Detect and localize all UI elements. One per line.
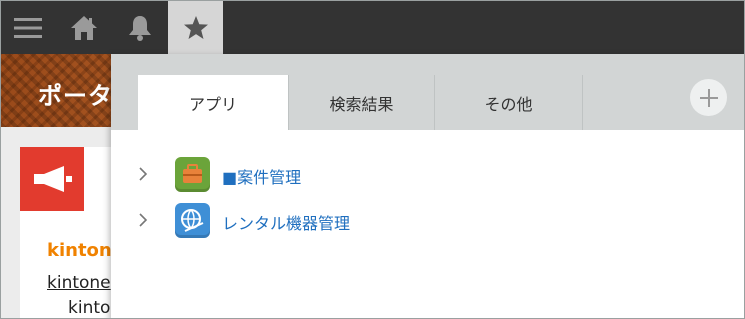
tab-other[interactable]: その他 (435, 75, 583, 130)
add-favorite-button[interactable] (690, 79, 727, 116)
announcement-text: kinto (68, 298, 111, 318)
home-icon (71, 15, 97, 40)
menu-icon (14, 17, 42, 38)
chevron-right-icon[interactable] (135, 210, 151, 230)
bell-icon (129, 15, 151, 41)
plus-icon (699, 88, 718, 107)
home-button[interactable] (57, 1, 111, 54)
megaphone-icon (20, 147, 84, 211)
app-window: ポータ kinton kintone kinto アプリ 検索結果 その他 ■案… (0, 0, 745, 319)
top-navigation-bar (1, 1, 744, 54)
list-item[interactable]: レンタル機器管理 (111, 200, 744, 240)
announcement-title: kinton (47, 240, 112, 261)
favorites-popup: アプリ 検索結果 その他 ■案件管理 レンタル機器管理 (111, 54, 744, 318)
portal-title: ポータ (38, 82, 113, 110)
notifications-button[interactable] (113, 1, 167, 54)
app-link-label[interactable]: レンタル機器管理 (222, 210, 350, 234)
app-link-label[interactable]: ■案件管理 (222, 164, 301, 188)
list-item[interactable]: ■案件管理 (111, 154, 744, 194)
menu-button[interactable] (1, 1, 55, 54)
popup-tab-bar: アプリ 検索結果 その他 (111, 54, 744, 130)
briefcase-icon (175, 157, 210, 192)
announcement-link[interactable]: kintone (47, 273, 111, 293)
tab-search-results[interactable]: 検索結果 (288, 75, 435, 130)
star-icon (183, 15, 208, 39)
tab-apps[interactable]: アプリ (138, 75, 288, 130)
globe-icon (175, 203, 210, 238)
favorites-button[interactable] (168, 1, 223, 54)
chevron-right-icon[interactable] (135, 164, 151, 184)
